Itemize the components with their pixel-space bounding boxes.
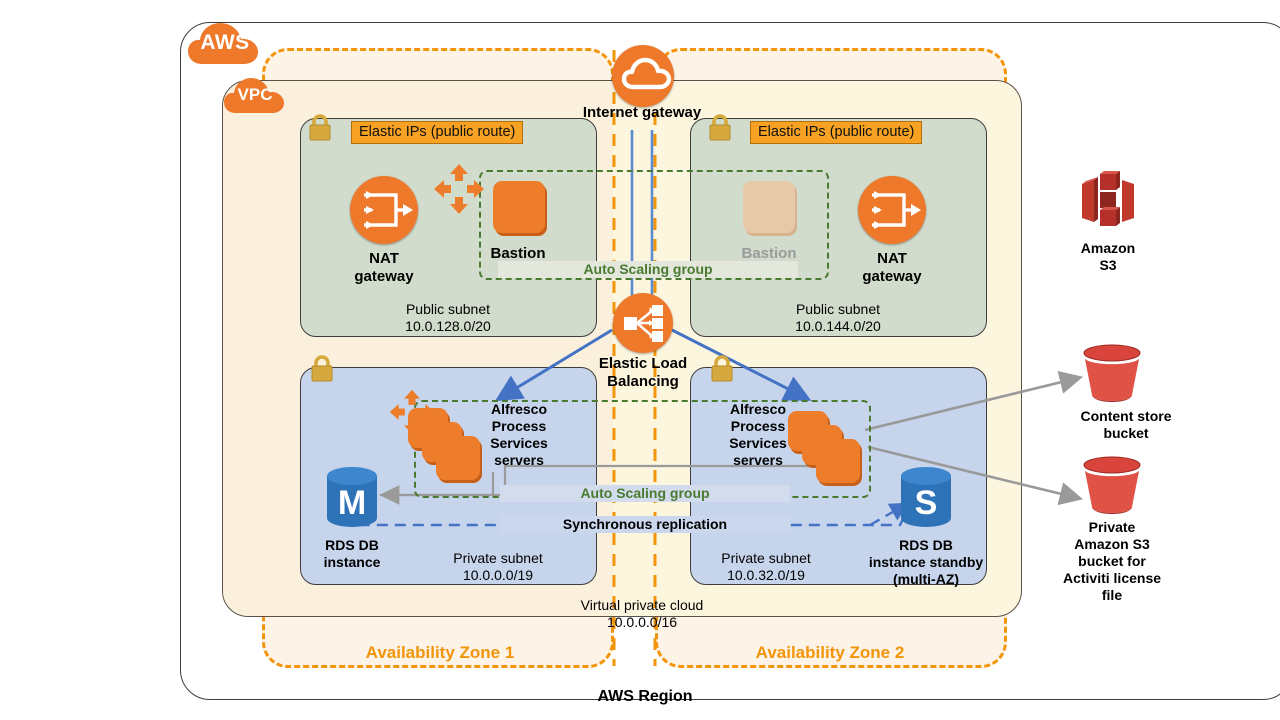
alfresco-servers-1-line1: Alfresco [490, 401, 548, 417]
nat-gateway-icon-1 [350, 176, 418, 244]
nat-gateway-1-label-line1: NAT [369, 250, 399, 267]
license-bucket-line4: Activiti license [1062, 570, 1162, 586]
rds-db-instance-2-line1: RDS DB [899, 537, 953, 553]
license-bucket-line5: file [1101, 587, 1123, 603]
rds-db-instance-2-line2: instance standby [868, 554, 984, 570]
rds-db-instance-1-line2: instance [323, 554, 381, 570]
rds-db-glyph-1: M [338, 484, 366, 522]
aws-badge-label: AWS [200, 31, 250, 54]
availability-zone-1-label: Availability Zone 1 [365, 643, 515, 662]
public-subnet-1-name: Public subnet [405, 301, 491, 317]
license-bucket-line3: bucket for [1078, 553, 1146, 569]
elb-label-line1: Elastic Load [598, 355, 688, 372]
private-subnet-2-name: Private subnet [721, 550, 811, 566]
alfresco-servers-1-line3: Services [490, 435, 548, 451]
amazon-s3-icon [1078, 170, 1138, 232]
lock-icon-public-1 [307, 112, 333, 142]
license-bucket-line2: Amazon S3 [1074, 536, 1150, 552]
private-subnet-2-cidr: 10.0.32.0/19 [727, 567, 805, 583]
auto-scaling-group-private-label: Auto Scaling group [500, 485, 790, 502]
internet-gateway-icon [612, 45, 674, 107]
license-bucket-icon [1078, 455, 1146, 517]
availability-zone-2-label: Availability Zone 2 [755, 643, 905, 662]
elb-label-line2: Balancing [607, 373, 679, 390]
license-bucket-line1: Private [1088, 519, 1136, 535]
public-subnet-2-name: Public subnet [795, 301, 881, 317]
private-subnet-1-name: Private subnet [453, 550, 543, 566]
vpc-label-line1: Virtual private cloud [580, 597, 704, 613]
elastic-load-balancing-icon [613, 293, 673, 353]
lock-icon-private-1 [309, 353, 335, 383]
nat-gateway-1-label-line2: gateway [354, 268, 414, 285]
rds-db-instance-icon-1: M [324, 466, 380, 528]
alfresco-servers-1-line2: Process [491, 418, 547, 434]
alfresco-servers-2-line1: Alfresco [729, 401, 787, 417]
synchronous-replication-label: Synchronous replication [500, 516, 790, 533]
alfresco-servers-1-line4: servers [494, 452, 544, 468]
rds-db-instance-1-line1: RDS DB [325, 537, 379, 553]
architecture-diagram: AWS VPC Internet gateway Elastic Load Ba… [0, 0, 1280, 720]
auto-scaling-group-public-label: Auto Scaling group [498, 261, 798, 278]
private-subnet-1-cidr: 10.0.0.0/19 [462, 567, 534, 583]
vpc-label-line2: 10.0.0.0/16 [606, 614, 678, 630]
rds-db-instance-2-line3: (multi-AZ) [892, 571, 960, 587]
vpc-badge-label: VPC [237, 85, 273, 104]
aws-region-label: AWS Region [597, 688, 693, 705]
amazon-s3-label-line1: Amazon [1080, 240, 1136, 256]
content-store-bucket-line2: bucket [1103, 425, 1149, 441]
aws-cloud-badge: AWS [186, 18, 264, 72]
elastic-ip-badge-1: Elastic IPs (public route) [351, 121, 524, 144]
alfresco-servers-2-line3: Services [729, 435, 787, 451]
content-store-bucket-icon [1078, 343, 1146, 405]
elastic-ip-badge-2: Elastic IPs (public route) [750, 121, 923, 144]
alfresco-servers-2-line4: servers [733, 452, 783, 468]
bastion-host-instance-1 [493, 181, 545, 233]
nat-gateway-2-label-line2: gateway [862, 268, 922, 285]
amazon-s3-label-line2: S3 [1099, 257, 1117, 273]
lock-icon-private-2 [709, 353, 735, 383]
content-store-bucket-line1: Content store [1080, 408, 1172, 424]
rds-db-instance-icon-2: S [898, 466, 954, 528]
nat-gateway-2-label-line1: NAT [877, 250, 907, 267]
public-subnet-1-cidr: 10.0.128.0/20 [405, 318, 491, 334]
alfresco-servers-2-line2: Process [730, 418, 786, 434]
lock-icon-public-2 [707, 112, 733, 142]
rds-db-glyph-2: S [915, 484, 938, 522]
bastion-host-instance-2 [743, 181, 795, 233]
auto-scaling-arrows-icon-public [432, 162, 486, 216]
vpc-cloud-badge: VPC [222, 74, 288, 120]
nat-gateway-icon-2 [858, 176, 926, 244]
public-subnet-2-cidr: 10.0.144.0/20 [795, 318, 881, 334]
